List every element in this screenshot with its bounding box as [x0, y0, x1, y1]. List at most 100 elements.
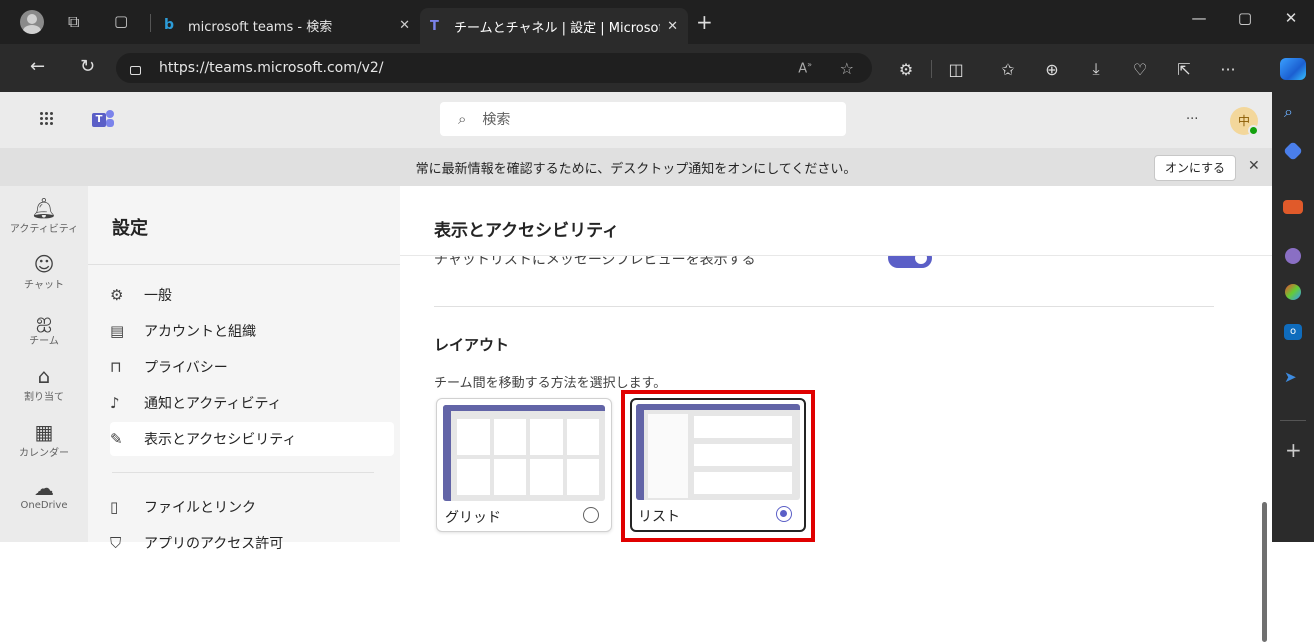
- rail-teams[interactable]: ஐ チーム: [0, 308, 88, 347]
- list-radio[interactable]: [776, 506, 792, 522]
- avatar[interactable]: 中: [1230, 107, 1259, 136]
- rail-assignments[interactable]: ⌂ 割り当て: [0, 364, 88, 403]
- nav-notifications[interactable]: ♪ 通知とアクティビティ: [110, 386, 394, 420]
- layout-option-list[interactable]: リスト: [630, 398, 806, 532]
- settings-title: 設定: [112, 218, 148, 239]
- close-banner-icon[interactable]: ✕: [1248, 158, 1260, 174]
- workspaces-icon[interactable]: ⧉: [68, 12, 79, 32]
- tab-teams-settings[interactable]: T チームとチャネル | 設定 | Microsoft T ✕: [420, 8, 688, 44]
- lock-icon: ⊓: [110, 358, 122, 376]
- app-launcher-icon[interactable]: [40, 112, 54, 126]
- message-preview-toggle[interactable]: [888, 256, 932, 268]
- file-icon: ▯: [110, 498, 119, 516]
- nav-files[interactable]: ▯ ファイルとリンク: [110, 490, 394, 524]
- tab-actions-icon[interactable]: ▢: [114, 12, 128, 30]
- id-card-icon: ▤: [110, 322, 125, 340]
- search-icon[interactable]: ⌕: [1284, 102, 1293, 122]
- address-bar[interactable]: https://teams.microsoft.com/v2/ A» ☆: [116, 53, 872, 83]
- turn-on-label: オンにする: [1164, 161, 1226, 175]
- extensions-icon[interactable]: ⚙: [894, 58, 918, 80]
- teams-logo-icon: T: [92, 110, 114, 128]
- back-icon[interactable]: ←: [30, 56, 45, 77]
- calendar-icon: ▦: [34, 420, 54, 444]
- radio-dot: [780, 510, 787, 517]
- teams-app: T ⌕ 検索 ··· 中 常に最新情報を確認するために、デスクトップ通知をオンに…: [0, 92, 1272, 642]
- lock-icon: [130, 65, 141, 75]
- tools-icon[interactable]: [1283, 200, 1303, 214]
- close-tab-icon[interactable]: ✕: [667, 19, 678, 34]
- more-icon[interactable]: ···: [1216, 58, 1240, 80]
- status-available-icon: [1248, 125, 1259, 136]
- share-icon[interactable]: ⇱: [1172, 58, 1196, 80]
- new-tab-icon[interactable]: +: [696, 10, 713, 34]
- layout-heading: レイアウト: [434, 336, 510, 354]
- search-input[interactable]: ⌕ 検索: [440, 102, 846, 136]
- nav-appearance[interactable]: ✎ 表示とアクセシビリティ: [110, 422, 394, 456]
- settings-nav: 設定 ⚙ 一般 ▤ アカウントと組織 ⊓ プライバシー ♪ 通知とアクティビティ ✎ 表示…: [88, 186, 400, 552]
- rail-calendar[interactable]: ▦ カレンダー: [0, 420, 88, 459]
- nav-label: 通知とアクティビティ: [144, 396, 282, 412]
- nav-divider: [112, 472, 374, 473]
- page-title: 表示とアクセシビリティ: [434, 221, 620, 241]
- downloads-icon[interactable]: ⤓: [1084, 58, 1108, 80]
- maximize-button[interactable]: ▢: [1222, 0, 1268, 36]
- nav-label: ファイルとリンク: [144, 500, 256, 516]
- section-divider: [434, 306, 1214, 307]
- shopping-icon[interactable]: [1283, 141, 1303, 161]
- grid-label: グリッド: [445, 510, 501, 526]
- tab-bing-search[interactable]: b microsoft teams - 検索 ✕: [156, 10, 418, 40]
- bell-icon: 🔔︎: [31, 196, 57, 220]
- more-options-icon[interactable]: ···: [1186, 112, 1198, 127]
- grid-radio[interactable]: [583, 507, 599, 523]
- add-icon[interactable]: +: [1285, 438, 1302, 462]
- copilot-icon[interactable]: [1280, 58, 1306, 80]
- games-icon[interactable]: [1285, 248, 1301, 264]
- layout-option-grid[interactable]: グリッド: [436, 398, 612, 532]
- close-tab-icon[interactable]: ✕: [399, 18, 410, 33]
- rail-chat[interactable]: ☺ チャット: [0, 252, 88, 291]
- list-preview: [636, 404, 800, 500]
- scrollbar-thumb[interactable]: [1262, 502, 1267, 642]
- chat-icon: ☺: [33, 252, 55, 276]
- microsoft365-icon[interactable]: [1285, 284, 1301, 300]
- settings-content: 表示とアクセシビリティ チャットリストにメッセージプレビューを表示する レイアウ…: [400, 186, 1272, 642]
- profile-icon[interactable]: [20, 10, 44, 34]
- onedrive-icon: ☁: [34, 476, 54, 500]
- rail-label: チーム: [29, 336, 59, 347]
- collections-icon[interactable]: ⊕: [1040, 58, 1064, 80]
- performance-icon[interactable]: ♡: [1128, 58, 1152, 80]
- nav-general[interactable]: ⚙ 一般: [110, 278, 394, 312]
- bing-icon: b: [164, 17, 175, 33]
- favorites-list-icon[interactable]: ✩: [996, 58, 1020, 80]
- send-icon[interactable]: ➤: [1284, 368, 1304, 388]
- outlook-icon[interactable]: o: [1284, 324, 1302, 340]
- rail-label: アクティビティ: [9, 224, 79, 235]
- nav-account[interactable]: ▤ アカウントと組織: [110, 314, 394, 348]
- split-screen-icon[interactable]: ◫: [944, 58, 968, 80]
- shield-icon: ⛉: [110, 534, 122, 552]
- settings-header-divider: [88, 264, 400, 265]
- rail-label: 割り当て: [24, 392, 64, 403]
- browser-tab-strip: ⧉ ▢ b microsoft teams - 検索 ✕ T チームとチャネル …: [0, 0, 1314, 44]
- rail-label: カレンダー: [19, 448, 69, 459]
- list-label: リスト: [638, 509, 680, 525]
- close-window-button[interactable]: ✕: [1268, 0, 1314, 36]
- nav-app-permissions[interactable]: ⛉ アプリのアクセス許可: [110, 526, 394, 560]
- turn-on-button[interactable]: オンにする: [1154, 155, 1236, 181]
- read-aloud-icon[interactable]: A»: [798, 60, 812, 76]
- favorite-icon[interactable]: ☆: [840, 59, 854, 78]
- rail-onedrive[interactable]: ☁ OneDrive: [0, 476, 88, 511]
- refresh-icon[interactable]: ↻: [80, 56, 95, 77]
- rail-activity[interactable]: 🔔︎ アクティビティ: [0, 196, 88, 235]
- nav-label: アプリのアクセス許可: [144, 536, 284, 552]
- layout-description: チーム間を移動する方法を選択します。: [434, 376, 667, 391]
- minimize-button[interactable]: —: [1176, 0, 1222, 36]
- search-icon: ⌕: [458, 110, 467, 128]
- toggle-knob: [915, 256, 927, 264]
- nav-label: 表示とアクセシビリティ: [144, 432, 297, 448]
- toggle-label: チャットリストにメッセージプレビューを表示する: [434, 256, 756, 268]
- nav-privacy[interactable]: ⊓ プライバシー: [110, 350, 394, 384]
- sidebar-divider: [1280, 420, 1306, 421]
- url-text: https://teams.microsoft.com/v2/: [159, 60, 384, 76]
- nav-label: プライバシー: [144, 360, 228, 376]
